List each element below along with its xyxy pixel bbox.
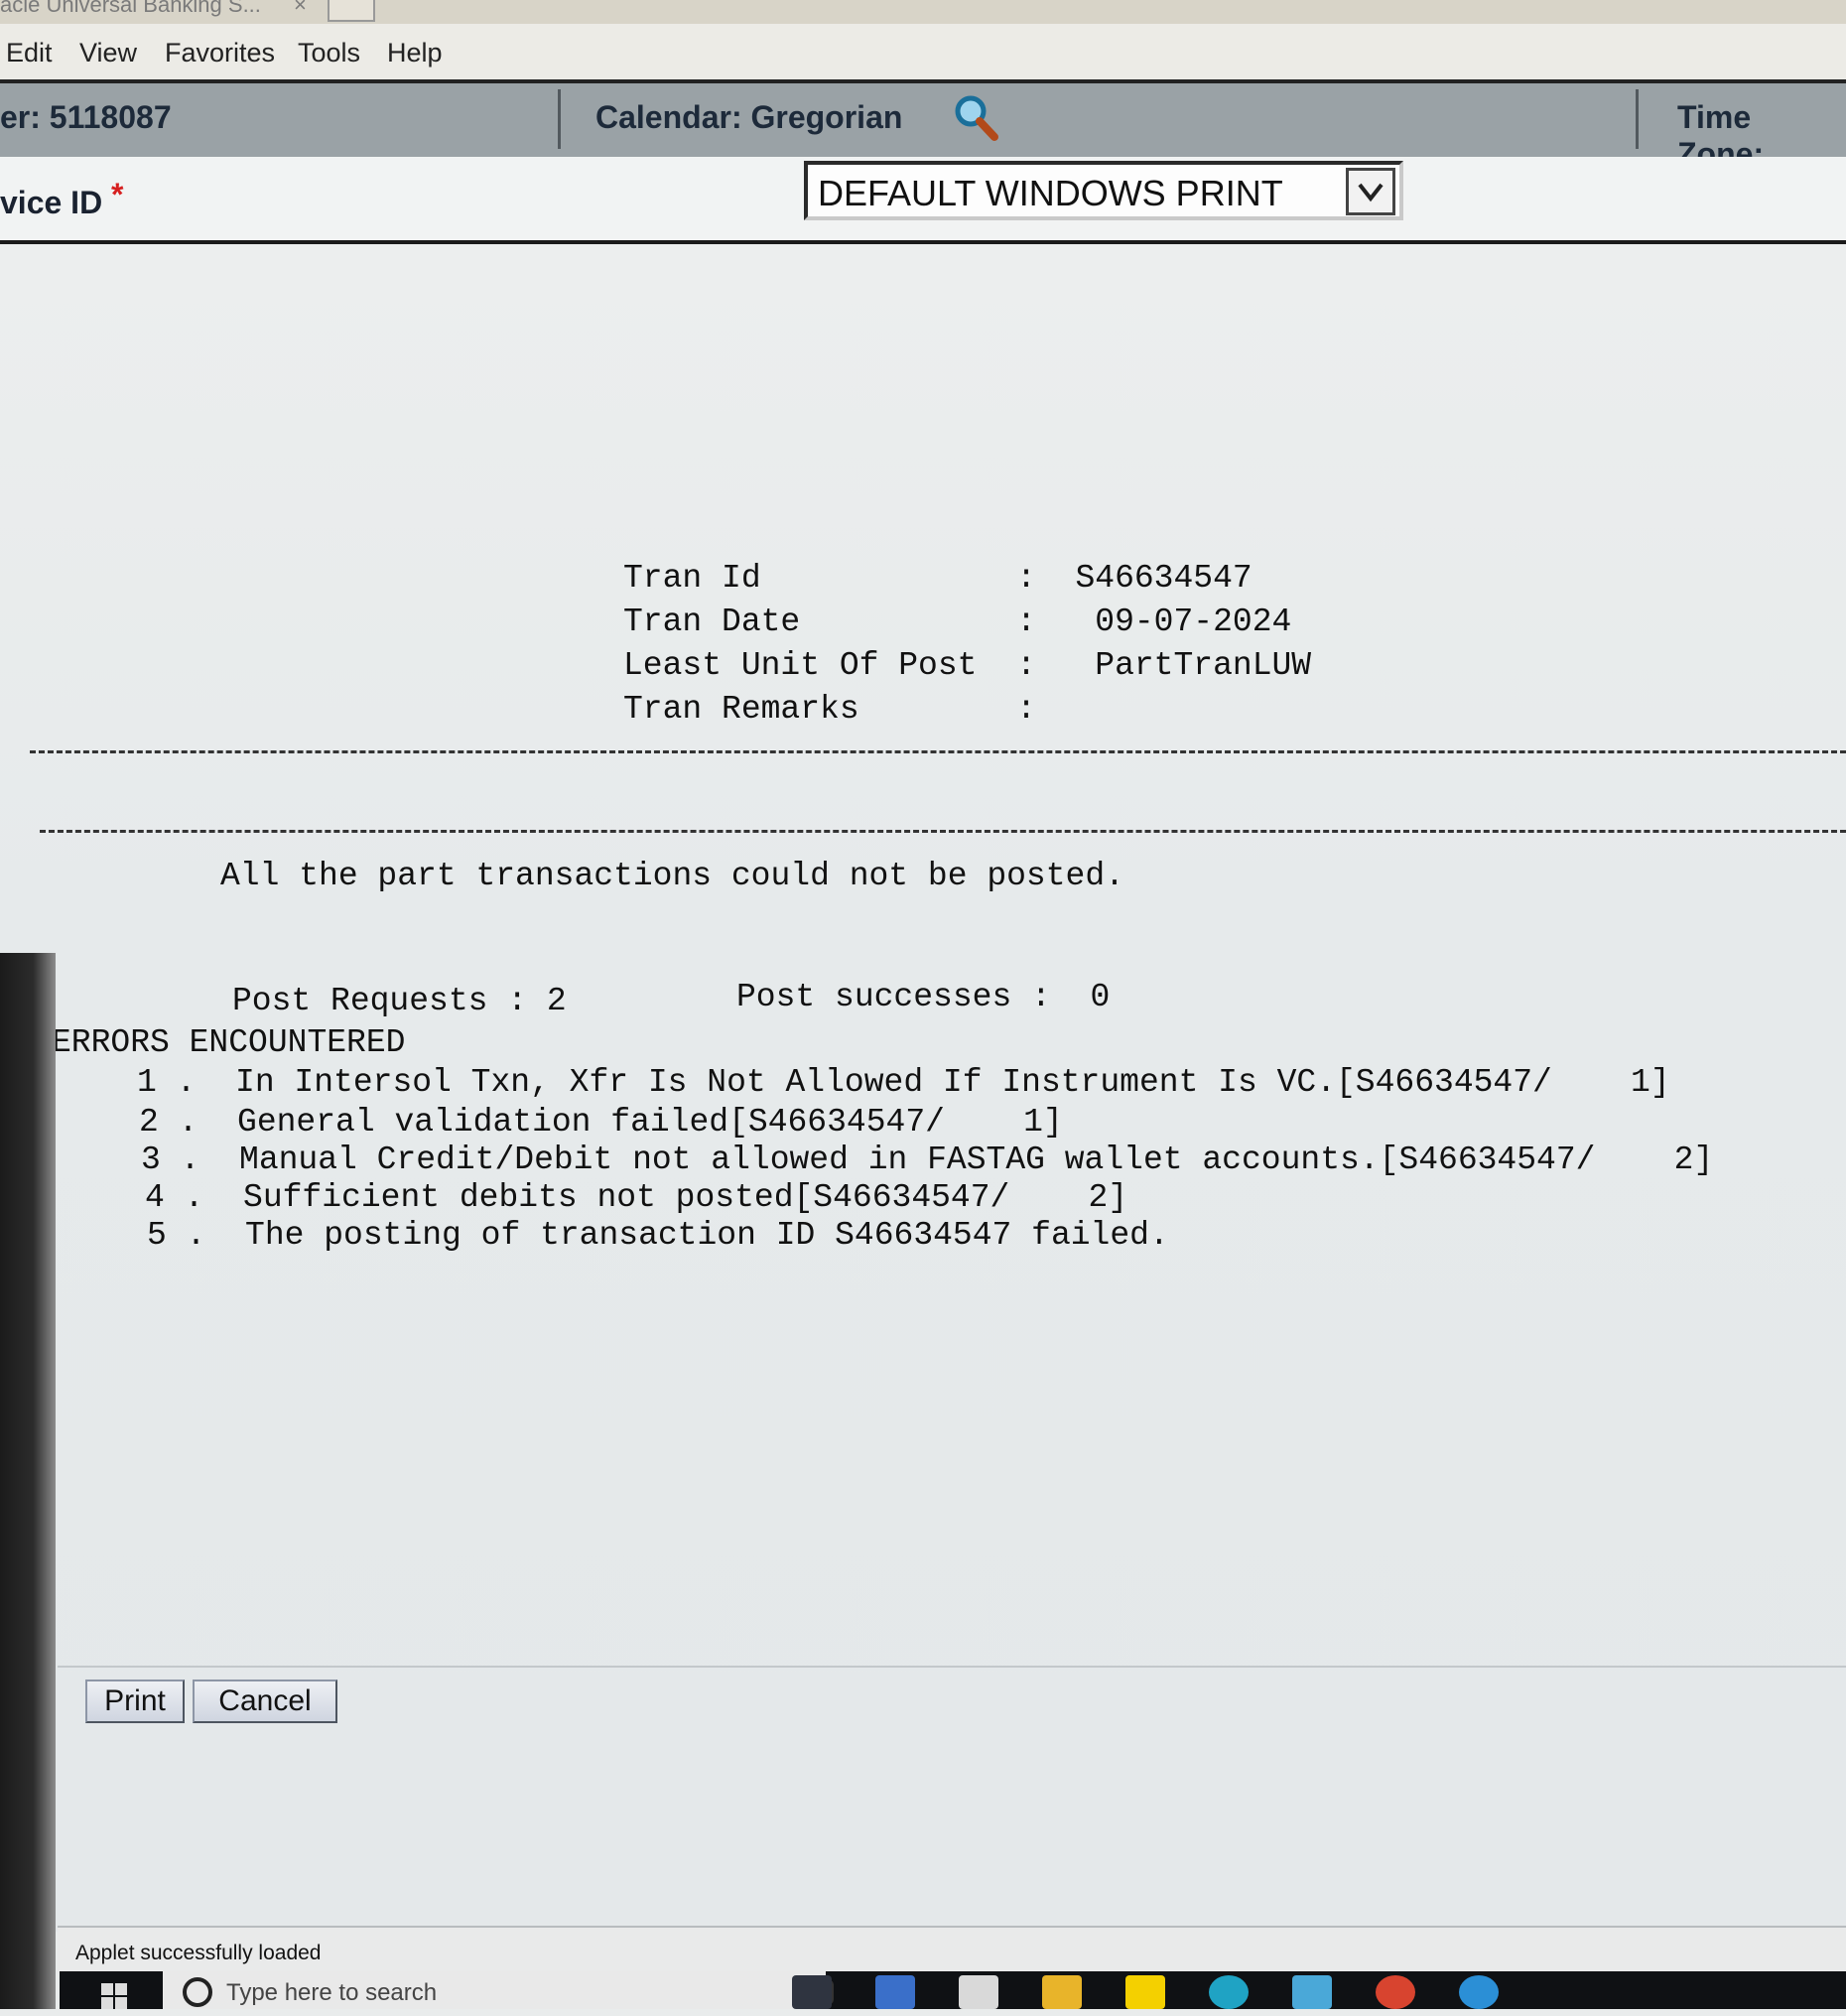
app-icon[interactable] [1292, 1975, 1332, 2009]
internet-explorer-icon[interactable] [1459, 1975, 1499, 2009]
mail-icon[interactable] [959, 1975, 998, 2009]
chrome-icon[interactable] [1376, 1975, 1415, 2009]
post-successes: Post successes : 0 [736, 979, 1111, 1015]
chevron-down-icon[interactable] [1346, 168, 1395, 215]
status-bar: Applet successfully loaded [58, 1926, 1846, 1973]
task-view-icon[interactable] [792, 1975, 832, 2009]
tran-date-line: Tran Date : 09-07-2024 [623, 604, 1292, 640]
search-icon [183, 1977, 212, 2007]
tran-remarks-line: Tran Remarks : [623, 691, 1036, 728]
session-info-bar: er: 5118087 Calendar: Gregorian Time Zon… [0, 79, 1846, 172]
post-requests: Post Requests : 2 [232, 983, 567, 1019]
app-icon[interactable] [875, 1975, 915, 2009]
taskbar-search-input[interactable]: Type here to search [163, 1971, 834, 2009]
required-asterisk: * [111, 177, 124, 212]
device-id-label: vice ID [0, 185, 103, 220]
divider [1636, 89, 1639, 149]
file-explorer-icon[interactable] [1042, 1975, 1082, 2009]
transaction-report: Tran Id : S46634547 Tran Date : 09-07-20… [0, 244, 1846, 1932]
error-item: 3 . Manual Credit/Debit not allowed in F… [141, 1142, 1714, 1178]
error-item: 4 . Sufficient debits not posted[S466345… [145, 1179, 1128, 1216]
menu-bar: Edit View Favorites Tools Help [0, 24, 1846, 79]
cancel-button[interactable]: Cancel [193, 1680, 337, 1723]
menu-view[interactable]: View [79, 38, 137, 68]
search-placeholder: Type here to search [226, 1979, 438, 2006]
tab-close-icon[interactable]: × [294, 0, 307, 18]
device-row: vice ID * DEFAULT WINDOWS PRINT [0, 157, 1846, 244]
windows-start-icon[interactable] [99, 1981, 129, 2011]
status-text: Applet successfully loaded [75, 1942, 322, 1964]
sticky-notes-icon[interactable] [1125, 1975, 1165, 2009]
browser-title-bar: acle Universal Banking S... × [0, 0, 1846, 24]
tran-id-line: Tran Id : S46634547 [623, 560, 1253, 597]
tab-title[interactable]: acle Universal Banking S... [0, 0, 261, 18]
new-tab-button[interactable] [328, 0, 375, 22]
calendar-label: Calendar: Gregorian [595, 99, 903, 135]
edge-icon[interactable] [1209, 1975, 1249, 2009]
print-button[interactable]: Print [85, 1680, 185, 1723]
device-id-value: DEFAULT WINDOWS PRINT [818, 173, 1283, 213]
menu-tools[interactable]: Tools [298, 38, 360, 68]
monitor-bezel [0, 953, 56, 2009]
menu-favorites[interactable]: Favorites [165, 38, 275, 68]
error-item: 1 . In Intersol Txn, Xfr Is Not Allowed … [137, 1064, 1670, 1101]
error-item: 2 . General validation failed[S46634547/… [139, 1104, 1063, 1141]
errors-heading: ERRORS ENCOUNTERED [52, 1024, 406, 1061]
menu-edit[interactable]: Edit [6, 38, 53, 68]
posting-message: All the part transactions could not be p… [220, 858, 1124, 894]
dashed-separator [30, 750, 1846, 753]
taskbar: Type here to search [60, 1971, 1846, 2009]
divider [558, 89, 561, 149]
divider [58, 1666, 1846, 1668]
error-item: 5 . The posting of transaction ID S46634… [147, 1217, 1169, 1254]
device-id-select[interactable]: DEFAULT WINDOWS PRINT [804, 161, 1403, 220]
menu-help[interactable]: Help [387, 38, 443, 68]
search-icon[interactable] [951, 93, 1000, 143]
least-unit-of-post-line: Least Unit Of Post : PartTranLUW [623, 647, 1312, 684]
dashed-separator [40, 830, 1846, 833]
user-id: er: 5118087 [0, 99, 172, 135]
